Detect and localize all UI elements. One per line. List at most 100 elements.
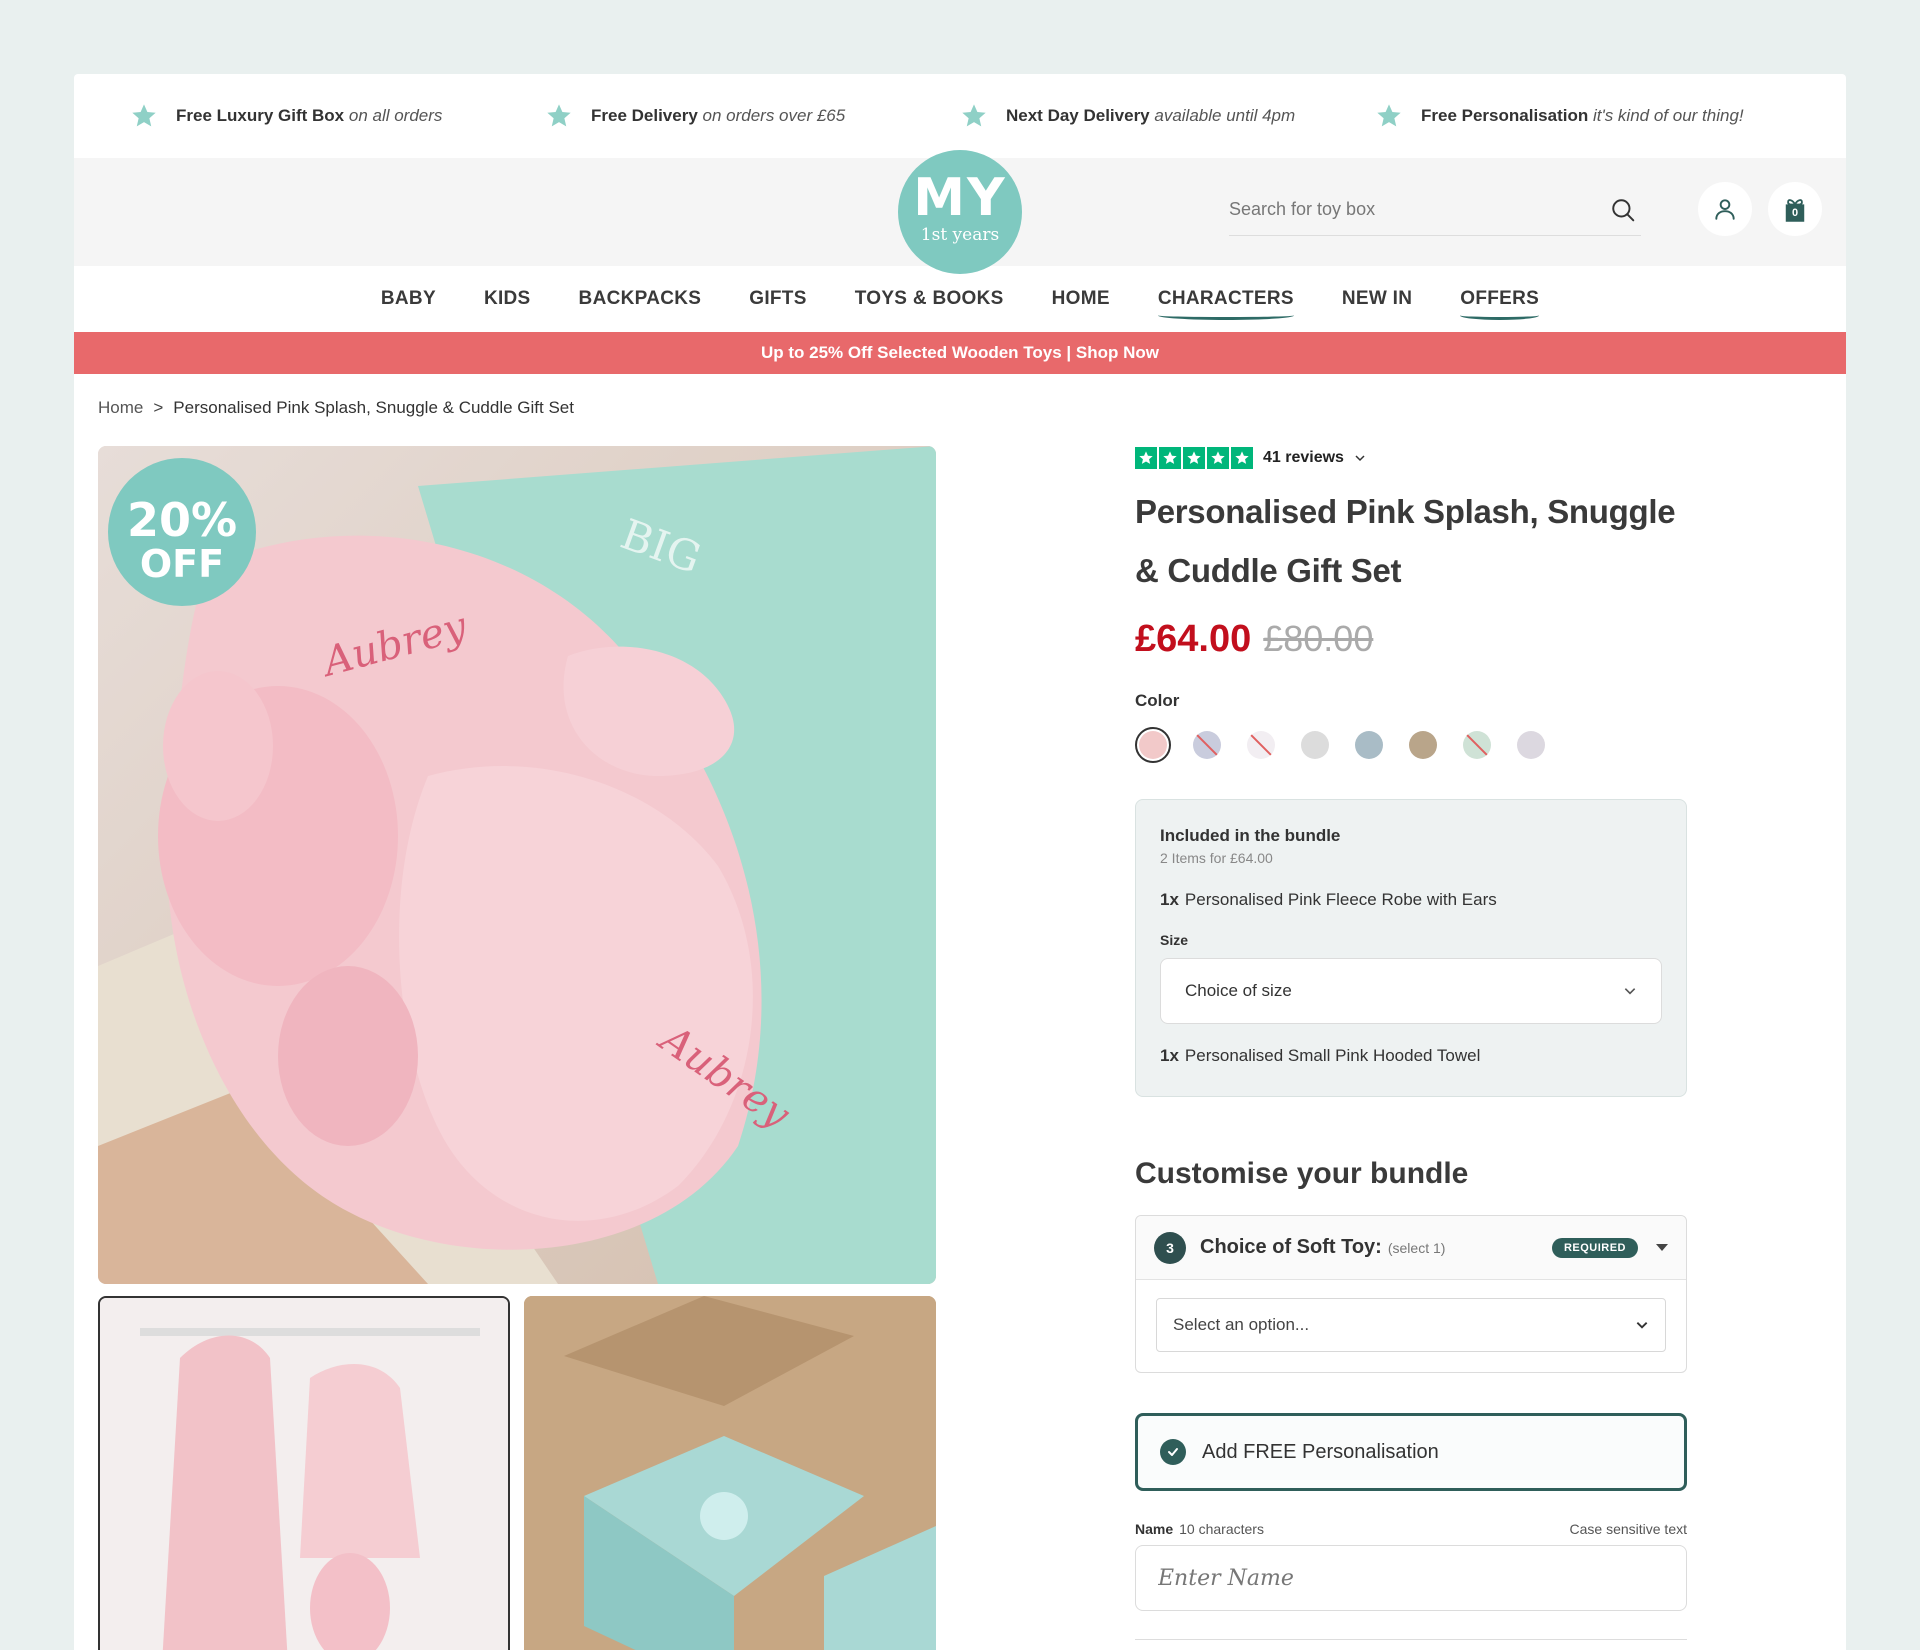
usp-item: Next Day Delivery available until 4pm: [960, 102, 1375, 130]
chevron-down-icon: [1624, 988, 1636, 995]
chevron-down-icon: [1355, 455, 1365, 462]
product-page: Free Luxury Gift Box on all orders Free …: [74, 74, 1846, 1650]
thumbnail-image[interactable]: [524, 1296, 936, 1650]
bundle-item: 1x Personalised Pink Fleece Robe with Ear…: [1160, 890, 1662, 910]
color-swatches: [1135, 727, 1687, 763]
search-input[interactable]: [1229, 199, 1605, 220]
discount-percent: 20%: [126, 493, 238, 547]
item-name: Personalised Small Pink Hooded Towel: [1184, 1046, 1481, 1065]
original-price: £80.00: [1263, 618, 1374, 659]
color-label: Color: [1135, 691, 1180, 710]
item-qty: 1x: [1160, 890, 1179, 909]
check-icon: [1168, 1448, 1178, 1456]
nav-offers[interactable]: OFFERS: [1460, 288, 1539, 320]
soft-toy-option: 3 Choice of Soft Toy: (select 1) REQUIRE…: [1135, 1215, 1687, 1373]
breadcrumb-current: Personalised Pink Splash, Snuggle & Cudd…: [173, 398, 574, 417]
nav-home[interactable]: HOME: [1052, 288, 1110, 310]
personalisation-checkbox[interactable]: [1160, 1439, 1186, 1465]
nav-backpacks[interactable]: BACKPACKS: [579, 288, 702, 310]
personalisation-label: Add FREE Personalisation: [1202, 1440, 1439, 1463]
nav-baby[interactable]: BABY: [381, 288, 436, 310]
search-bar: [1229, 184, 1641, 236]
customise-title: Customise your bundle: [1135, 1157, 1469, 1190]
search-button[interactable]: [1605, 192, 1641, 228]
usp-text: Free Luxury Gift Box on all orders: [176, 106, 443, 125]
personalisation-toggle[interactable]: Add FREE Personalisation: [1135, 1413, 1687, 1491]
star-icon: [1207, 447, 1229, 469]
product-title: Personalised Pink Splash, Snuggle & Cudd…: [1135, 493, 1676, 589]
site-logo[interactable]: MY 1st years: [898, 150, 1022, 274]
discount-off: OFF: [139, 542, 225, 586]
main-product-image[interactable]: Aubrey Aubrey BIG 20% OFF: [98, 446, 936, 1284]
usp-item: Free Luxury Gift Box on all orders: [130, 102, 545, 130]
thumbnail-photo: [100, 1298, 508, 1650]
divider: [1135, 1639, 1687, 1640]
reviews-count[interactable]: 41 reviews: [1263, 449, 1344, 467]
cart-count: 0: [1791, 207, 1799, 219]
bundle-subtitle: 2 Items for £64.00: [1160, 850, 1273, 866]
nav-characters[interactable]: CHARACTERS: [1157, 288, 1294, 320]
color-swatch[interactable]: [1459, 727, 1495, 763]
color-swatch[interactable]: [1513, 727, 1549, 763]
name-label: Name: [1135, 1521, 1174, 1537]
item-qty: 1x: [1160, 1046, 1179, 1065]
name-hint: 10 characters: [1179, 1521, 1264, 1537]
usp-text: Free Personalisation it's kind of our th…: [1421, 106, 1744, 125]
star-icon: [132, 104, 156, 127]
breadcrumb: Home > Personalised Pink Splash, Snuggle…: [98, 398, 574, 418]
color-swatch[interactable]: [1297, 727, 1333, 763]
color-swatch[interactable]: [1243, 727, 1279, 763]
size-label: Size: [1160, 932, 1189, 948]
name-input[interactable]: [1158, 1565, 1664, 1591]
color-swatch[interactable]: [1189, 727, 1225, 763]
star-icon: [1159, 447, 1181, 469]
bundle-item: 1x Personalised Small Pink Hooded Towel: [1160, 1046, 1662, 1066]
thumbnail-photo: [524, 1296, 936, 1650]
rating-row[interactable]: 41 reviews: [1135, 446, 1687, 470]
breadcrumb-home[interactable]: Home: [98, 398, 143, 418]
price-row: £64.00 £80.00: [1135, 618, 1687, 661]
star-icon: [1183, 447, 1205, 469]
product-panel: 41 reviews Personalised Pink Splash, Snu…: [1135, 446, 1687, 1640]
nav-new-in[interactable]: NEW IN: [1342, 288, 1412, 310]
logo-sub: 1st years: [920, 225, 1000, 245]
search-icon: [1612, 198, 1635, 221]
soft-toy-header[interactable]: 3 Choice of Soft Toy: (select 1) REQUIRE…: [1136, 1216, 1686, 1280]
chevron-down-icon: [1636, 1322, 1648, 1329]
soft-toy-hint: (select 1): [1387, 1239, 1446, 1256]
nav-gifts[interactable]: GIFTS: [749, 288, 806, 310]
star-icon: [1377, 104, 1401, 127]
account-button[interactable]: [1698, 182, 1752, 236]
cart-button[interactable]: 0: [1768, 182, 1822, 236]
soft-toy-select[interactable]: Select an option...: [1156, 1298, 1666, 1352]
required-badge: REQUIRED: [1551, 1237, 1638, 1258]
nav-kids[interactable]: KIDS: [484, 288, 531, 310]
caret-down-icon: [1656, 1244, 1668, 1251]
case-note: Case sensitive text: [1569, 1521, 1688, 1537]
promo-text: Up to 25% Off Selected Wooden Toys | Sho…: [761, 343, 1159, 362]
trustpilot-stars: [1135, 447, 1253, 469]
color-swatch[interactable]: [1405, 727, 1441, 763]
color-swatch[interactable]: [1135, 727, 1171, 763]
logo-main: MY: [913, 168, 1007, 228]
user-icon: [1715, 199, 1735, 220]
name-field: [1135, 1545, 1687, 1611]
site-header: MY 1st years 0: [74, 150, 1846, 274]
name-field-header: Name 10 characters Case sensitive text: [1135, 1521, 1687, 1537]
star-icon: [1231, 447, 1253, 469]
usp-item: Free Personalisation it's kind of our th…: [1375, 102, 1790, 130]
soft-toy-body: Select an option...: [1136, 1280, 1686, 1372]
nav-toys-books[interactable]: TOYS & BOOKS: [855, 288, 1004, 310]
step-number: 3: [1154, 1231, 1186, 1264]
color-swatch[interactable]: [1351, 727, 1387, 763]
thumbnail-image[interactable]: [98, 1296, 510, 1650]
promo-banner[interactable]: Up to 25% Off Selected Wooden Toys | Sho…: [74, 332, 1846, 374]
sale-price: £64.00: [1135, 618, 1252, 660]
discount-badge: 20% OFF: [108, 458, 256, 606]
size-select[interactable]: Choice of size: [1160, 958, 1662, 1024]
soft-toy-label: Choice of Soft Toy:: [1200, 1236, 1382, 1258]
usp-text: Next Day Delivery available until 4pm: [1006, 106, 1296, 125]
size-value: Choice of size: [1185, 981, 1292, 1000]
star-icon: [962, 104, 986, 127]
item-name: Personalised Pink Fleece Robe with Ears: [1184, 890, 1497, 909]
